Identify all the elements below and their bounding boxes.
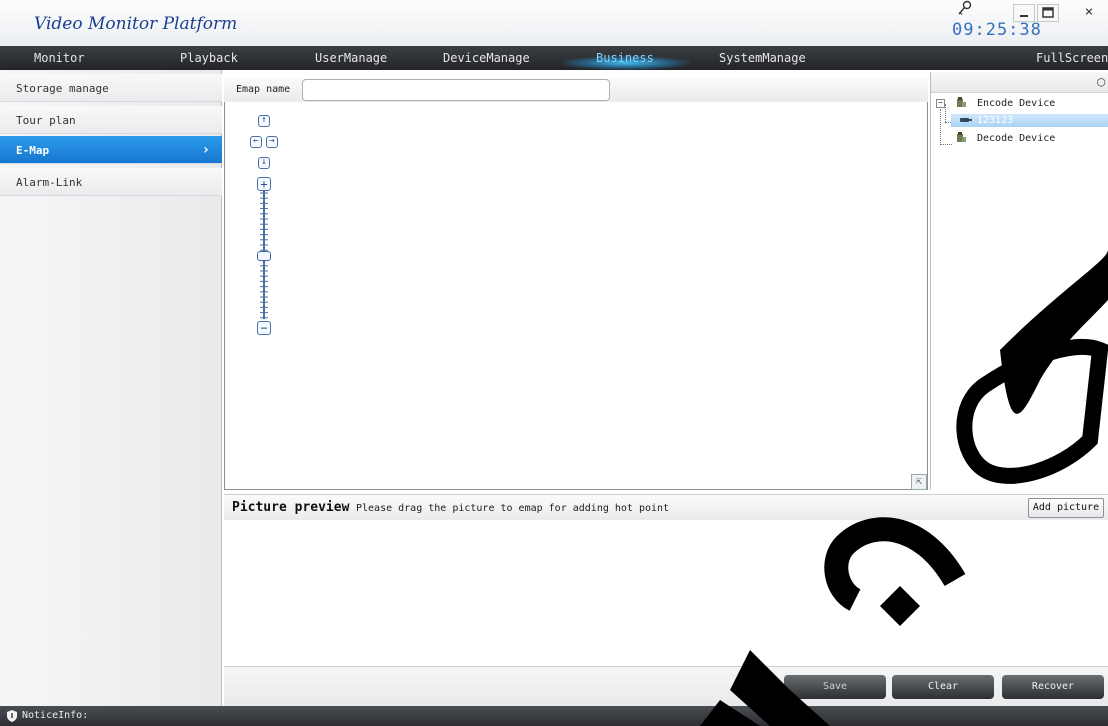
emap-name-label: Emap name <box>236 84 291 95</box>
decode-device-icon <box>957 132 966 142</box>
nav-playback[interactable]: Playback <box>180 51 238 65</box>
picture-preview-hint: Please drag the picture to emap for addi… <box>356 503 670 514</box>
clear-button[interactable]: Clear <box>892 675 994 699</box>
sidebar: Storage manage Tour plan E-Map › Alarm-L… <box>0 70 222 706</box>
tree-search-bar: ○ <box>931 72 1108 93</box>
tree-node-encode-device[interactable]: Encode Device <box>977 98 1055 109</box>
pan-down-button[interactable]: ↓ <box>258 157 270 169</box>
sidebar-item-label: E-Map <box>16 144 50 157</box>
chevron-right-icon: › <box>201 142 210 158</box>
tree-node-123123[interactable]: 123123 <box>977 115 1013 126</box>
sidebar-item-label: Storage manage <box>16 82 109 95</box>
title-bar: Video Monitor Platform 09:25:38 × <box>0 0 1108 46</box>
key-icon[interactable] <box>956 0 972 18</box>
tree-connector <box>940 109 941 145</box>
maximize-button[interactable] <box>1037 4 1059 22</box>
tree-node-decode-device[interactable]: Decode Device <box>977 133 1055 144</box>
picture-preview-title: Picture preview <box>232 500 350 515</box>
pan-up-button[interactable]: ↑ <box>258 115 270 127</box>
search-icon[interactable]: ○ <box>1097 74 1105 90</box>
encode-device-icon <box>957 97 966 107</box>
emap-header: Emap name <box>224 78 928 103</box>
status-bar: NoticeInfo: <box>0 706 1108 726</box>
minimize-icon <box>1020 15 1028 17</box>
picture-preview-area[interactable] <box>224 520 1108 666</box>
nav-usermanage[interactable]: UserManage <box>315 51 387 65</box>
zoom-in-button[interactable]: + <box>257 177 271 191</box>
sidebar-item-alarm-link[interactable]: Alarm-Link <box>0 168 222 196</box>
zoom-out-button[interactable]: − <box>257 321 271 335</box>
sidebar-item-e-map[interactable]: E-Map › <box>0 136 222 164</box>
main-nav: Monitor Playback UserManage DeviceManage… <box>0 46 1108 70</box>
emap-canvas[interactable] <box>224 102 928 490</box>
sidebar-item-label: Alarm-Link <box>16 176 83 189</box>
nav-devicemanage[interactable]: DeviceManage <box>443 51 530 65</box>
recover-button[interactable]: Recover <box>1002 675 1104 699</box>
maximize-icon <box>1042 7 1054 18</box>
device-tree-panel: ○ − Encode Device 123123 Decode Device <box>930 72 1108 490</box>
nav-fullscreen[interactable]: FullScreen <box>1036 51 1108 65</box>
action-bar: Save Clear Recover <box>224 666 1108 707</box>
emap-name-input[interactable] <box>302 79 610 101</box>
camera-icon <box>960 118 972 122</box>
add-picture-button[interactable]: Add picture <box>1028 498 1104 518</box>
tree-node-selected[interactable] <box>951 114 1108 127</box>
tree-connector <box>945 104 946 122</box>
zoom-slider-thumb[interactable] <box>257 251 271 261</box>
pan-right-button[interactable]: → <box>266 136 278 148</box>
nav-systemmanage[interactable]: SystemManage <box>719 51 806 65</box>
nav-business[interactable]: Business <box>596 51 654 65</box>
pan-left-button[interactable]: ← <box>250 136 262 148</box>
tree-connector <box>940 144 952 145</box>
shield-notice-icon <box>7 710 17 722</box>
collapse-toggle-icon[interactable]: − <box>936 99 945 108</box>
sidebar-item-label: Tour plan <box>16 114 76 127</box>
resize-corner-icon[interactable]: ⇱ <box>911 474 927 490</box>
sidebar-item-tour-plan[interactable]: Tour plan <box>0 106 222 134</box>
app-title: Video Monitor Platform <box>34 14 238 34</box>
picture-preview-header: Picture preview Please drag the picture … <box>224 494 1108 522</box>
save-button[interactable]: Save <box>784 675 886 699</box>
notice-info-label: NoticeInfo: <box>22 710 89 721</box>
close-button[interactable]: × <box>1078 4 1100 22</box>
sidebar-item-storage-manage[interactable]: Storage manage <box>0 74 222 102</box>
nav-monitor[interactable]: Monitor <box>34 51 85 65</box>
minimize-button[interactable] <box>1013 4 1035 22</box>
